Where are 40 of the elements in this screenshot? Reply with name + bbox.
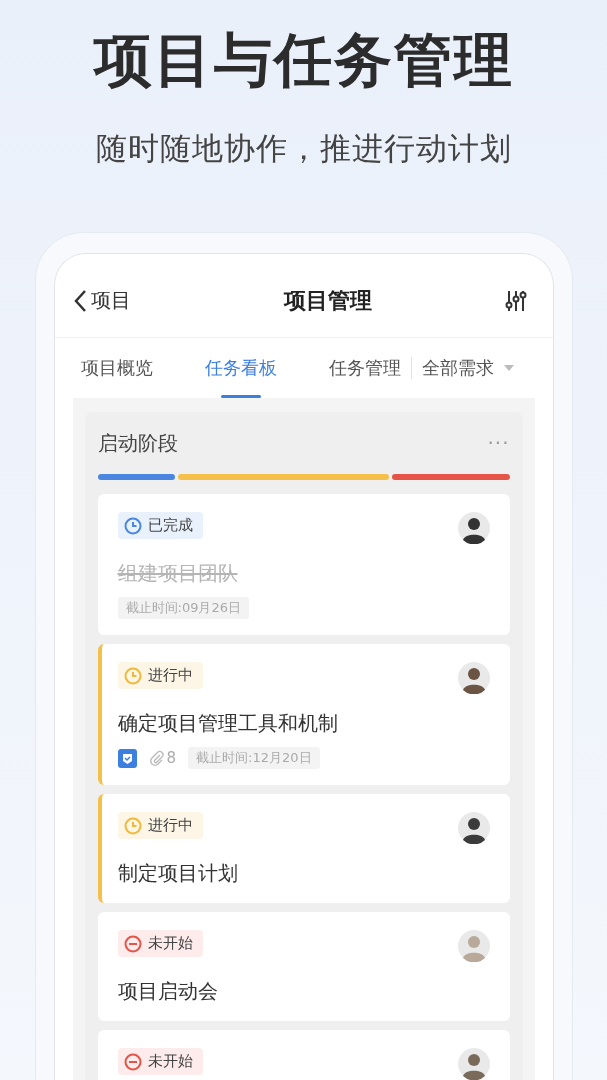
task-card[interactable]: 进行中 确定项目管理工具和机制 8 截止时间:12月20日 <box>97 644 510 785</box>
tab[interactable]: 项目概览 <box>80 338 153 398</box>
status-label: 已完成 <box>147 516 193 535</box>
avatar <box>457 512 490 544</box>
clock-icon <box>123 666 142 685</box>
task-title: 确定项目管理工具和机制 <box>117 710 339 737</box>
status-label: 进行中 <box>147 666 193 685</box>
page-title: 项目管理 <box>283 286 372 315</box>
paperclip-icon <box>148 750 165 766</box>
tab[interactable]: 任务看板 <box>204 338 277 398</box>
deadline-label: 截止时间:09月26日 <box>117 597 249 619</box>
subtitle: 随时随地协作，推进行动计划 <box>95 129 512 168</box>
filter-dropdown[interactable]: 全部需求 <box>421 338 514 398</box>
attachment-count: 8 <box>166 749 177 767</box>
chevron-left-icon <box>72 288 87 313</box>
sliders-icon[interactable] <box>504 289 527 312</box>
task-title: 项目启动会 <box>117 978 219 1005</box>
status-label: 未开始 <box>147 1052 193 1071</box>
caret-icon <box>503 365 514 371</box>
deadline-label: 截止时间:12月20日 <box>188 747 320 769</box>
avatar <box>457 930 490 962</box>
back-button[interactable]: 项目 <box>72 287 131 314</box>
task-card[interactable]: 进行中 制定项目计划 <box>97 794 510 903</box>
clock-icon <box>123 816 142 835</box>
tab[interactable]: 任务管理 <box>328 338 401 398</box>
task-title: 制定项目计划 <box>117 860 239 887</box>
clock-icon <box>123 516 142 535</box>
headline: 项目与任务管理 <box>93 25 514 96</box>
task-card[interactable]: 已完成 组建项目团队 截止时间:09月26日 <box>97 494 510 635</box>
status-label: 进行中 <box>147 816 193 835</box>
task-card[interactable]: 未开始 <box>97 1030 510 1080</box>
status-label: 未开始 <box>147 934 193 953</box>
avatar <box>457 812 490 844</box>
avatar <box>457 662 490 694</box>
avatar <box>457 1048 490 1080</box>
task-title: 组建项目团队 <box>117 560 239 587</box>
minus-circle-icon <box>123 934 142 953</box>
column-title: 启动阶段 <box>97 429 178 457</box>
minus-circle-icon <box>123 1052 142 1071</box>
task-card[interactable]: 未开始 项目启动会 <box>97 912 510 1021</box>
